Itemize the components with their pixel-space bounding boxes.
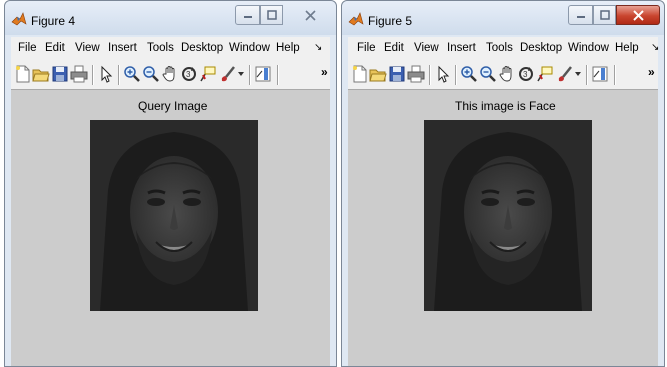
menu-insert[interactable]: Insert — [108, 42, 137, 54]
axes-title: Query Image — [138, 99, 208, 113]
menu-file[interactable]: File — [357, 42, 376, 54]
menu-edit[interactable]: Edit — [45, 42, 65, 54]
svg-text:3: 3 — [523, 70, 528, 79]
save-figure-icon[interactable] — [51, 65, 69, 83]
minimize-button[interactable] — [235, 5, 260, 25]
toolbar-separator — [429, 65, 431, 85]
maximize-icon — [599, 10, 610, 20]
pan-hand-icon[interactable] — [498, 65, 516, 83]
print-figure-icon[interactable] — [70, 65, 88, 83]
zoom-in-icon[interactable] — [123, 65, 141, 83]
title-bar[interactable]: Figure 4 — [5, 1, 336, 35]
menu-tools[interactable]: Tools — [486, 42, 513, 54]
menu-bar: File Edit View Insert Tools Desktop Wind… — [348, 37, 659, 59]
close-button[interactable] — [290, 5, 330, 25]
maximize-icon — [266, 10, 277, 20]
close-button[interactable] — [616, 5, 660, 25]
save-figure-icon[interactable] — [388, 65, 406, 83]
insert-colorbar-icon[interactable] — [254, 65, 272, 83]
maximize-button[interactable] — [593, 5, 616, 25]
menu-window[interactable]: Window — [229, 42, 270, 54]
menu-more-glyph[interactable]: ↘ — [651, 42, 659, 53]
menu-view[interactable]: View — [75, 42, 100, 54]
edit-plot-arrow-icon[interactable] — [97, 65, 115, 83]
insert-colorbar-icon[interactable] — [591, 65, 609, 83]
new-figure-icon[interactable] — [351, 65, 369, 83]
minimize-icon — [576, 16, 585, 18]
menu-bar: File Edit View Insert Tools Desktop Wind… — [11, 37, 330, 59]
figure-5-window: Figure 5 File Edit View Insert Tools Des… — [341, 0, 665, 367]
menu-file[interactable]: File — [18, 42, 37, 54]
close-icon — [304, 9, 316, 21]
zoom-in-icon[interactable] — [460, 65, 478, 83]
pan-hand-icon[interactable] — [161, 65, 179, 83]
brush-dropdown-arrow-icon[interactable] — [575, 72, 581, 76]
figure-4-window: Figure 4 File Edit View Insert Tools Des… — [4, 0, 337, 367]
new-figure-icon[interactable] — [14, 65, 32, 83]
figure-canvas: This image is Face — [348, 90, 658, 366]
menu-desktop[interactable]: Desktop — [181, 42, 223, 54]
brush-icon[interactable] — [219, 65, 237, 83]
toolbar-separator — [118, 65, 120, 85]
svg-text:3: 3 — [186, 70, 191, 79]
menu-view[interactable]: View — [414, 42, 439, 54]
menu-help[interactable]: Help — [276, 42, 300, 54]
zoom-out-icon[interactable] — [142, 65, 160, 83]
toolbar-separator — [614, 65, 616, 85]
rotate-3d-icon[interactable]: 3 — [517, 65, 535, 83]
window-title: Figure 4 — [31, 14, 76, 28]
minimize-button[interactable] — [568, 5, 593, 25]
axes-title: This image is Face — [455, 99, 556, 113]
menu-insert[interactable]: Insert — [447, 42, 476, 54]
data-cursor-icon[interactable] — [199, 65, 217, 83]
toolbar-separator — [92, 65, 94, 85]
title-bar[interactable]: Figure 5 — [342, 1, 664, 35]
zoom-out-icon[interactable] — [479, 65, 497, 83]
brush-icon[interactable] — [556, 65, 574, 83]
edit-plot-arrow-icon[interactable] — [434, 65, 452, 83]
close-icon — [632, 9, 644, 21]
menu-window[interactable]: Window — [568, 42, 609, 54]
window-title: Figure 5 — [368, 14, 413, 28]
minimize-icon — [243, 16, 252, 18]
matlab-app-icon — [11, 12, 27, 26]
menu-edit[interactable]: Edit — [384, 42, 404, 54]
menu-desktop[interactable]: Desktop — [520, 42, 562, 54]
toolbar-more-glyph[interactable]: » — [321, 65, 328, 79]
figure-toolbar: 3 » — [348, 59, 658, 90]
print-figure-icon[interactable] — [407, 65, 425, 83]
brush-dropdown-arrow-icon[interactable] — [238, 72, 244, 76]
matlab-app-icon — [348, 12, 364, 26]
menu-help[interactable]: Help — [615, 42, 639, 54]
data-cursor-icon[interactable] — [536, 65, 554, 83]
face-image — [90, 120, 258, 311]
rotate-3d-icon[interactable]: 3 — [180, 65, 198, 83]
face-image — [424, 120, 592, 311]
toolbar-separator — [277, 65, 279, 85]
toolbar-separator — [249, 65, 251, 85]
toolbar-more-glyph[interactable]: » — [648, 65, 655, 79]
menu-more-glyph[interactable]: ↘ — [314, 42, 322, 53]
open-file-icon[interactable] — [369, 65, 387, 83]
toolbar-separator — [586, 65, 588, 85]
open-file-icon[interactable] — [32, 65, 50, 83]
toolbar-separator — [455, 65, 457, 85]
figure-canvas: Query Image — [11, 90, 330, 366]
menu-tools[interactable]: Tools — [147, 42, 174, 54]
maximize-button[interactable] — [260, 5, 283, 25]
figure-toolbar: 3 » — [11, 59, 330, 90]
